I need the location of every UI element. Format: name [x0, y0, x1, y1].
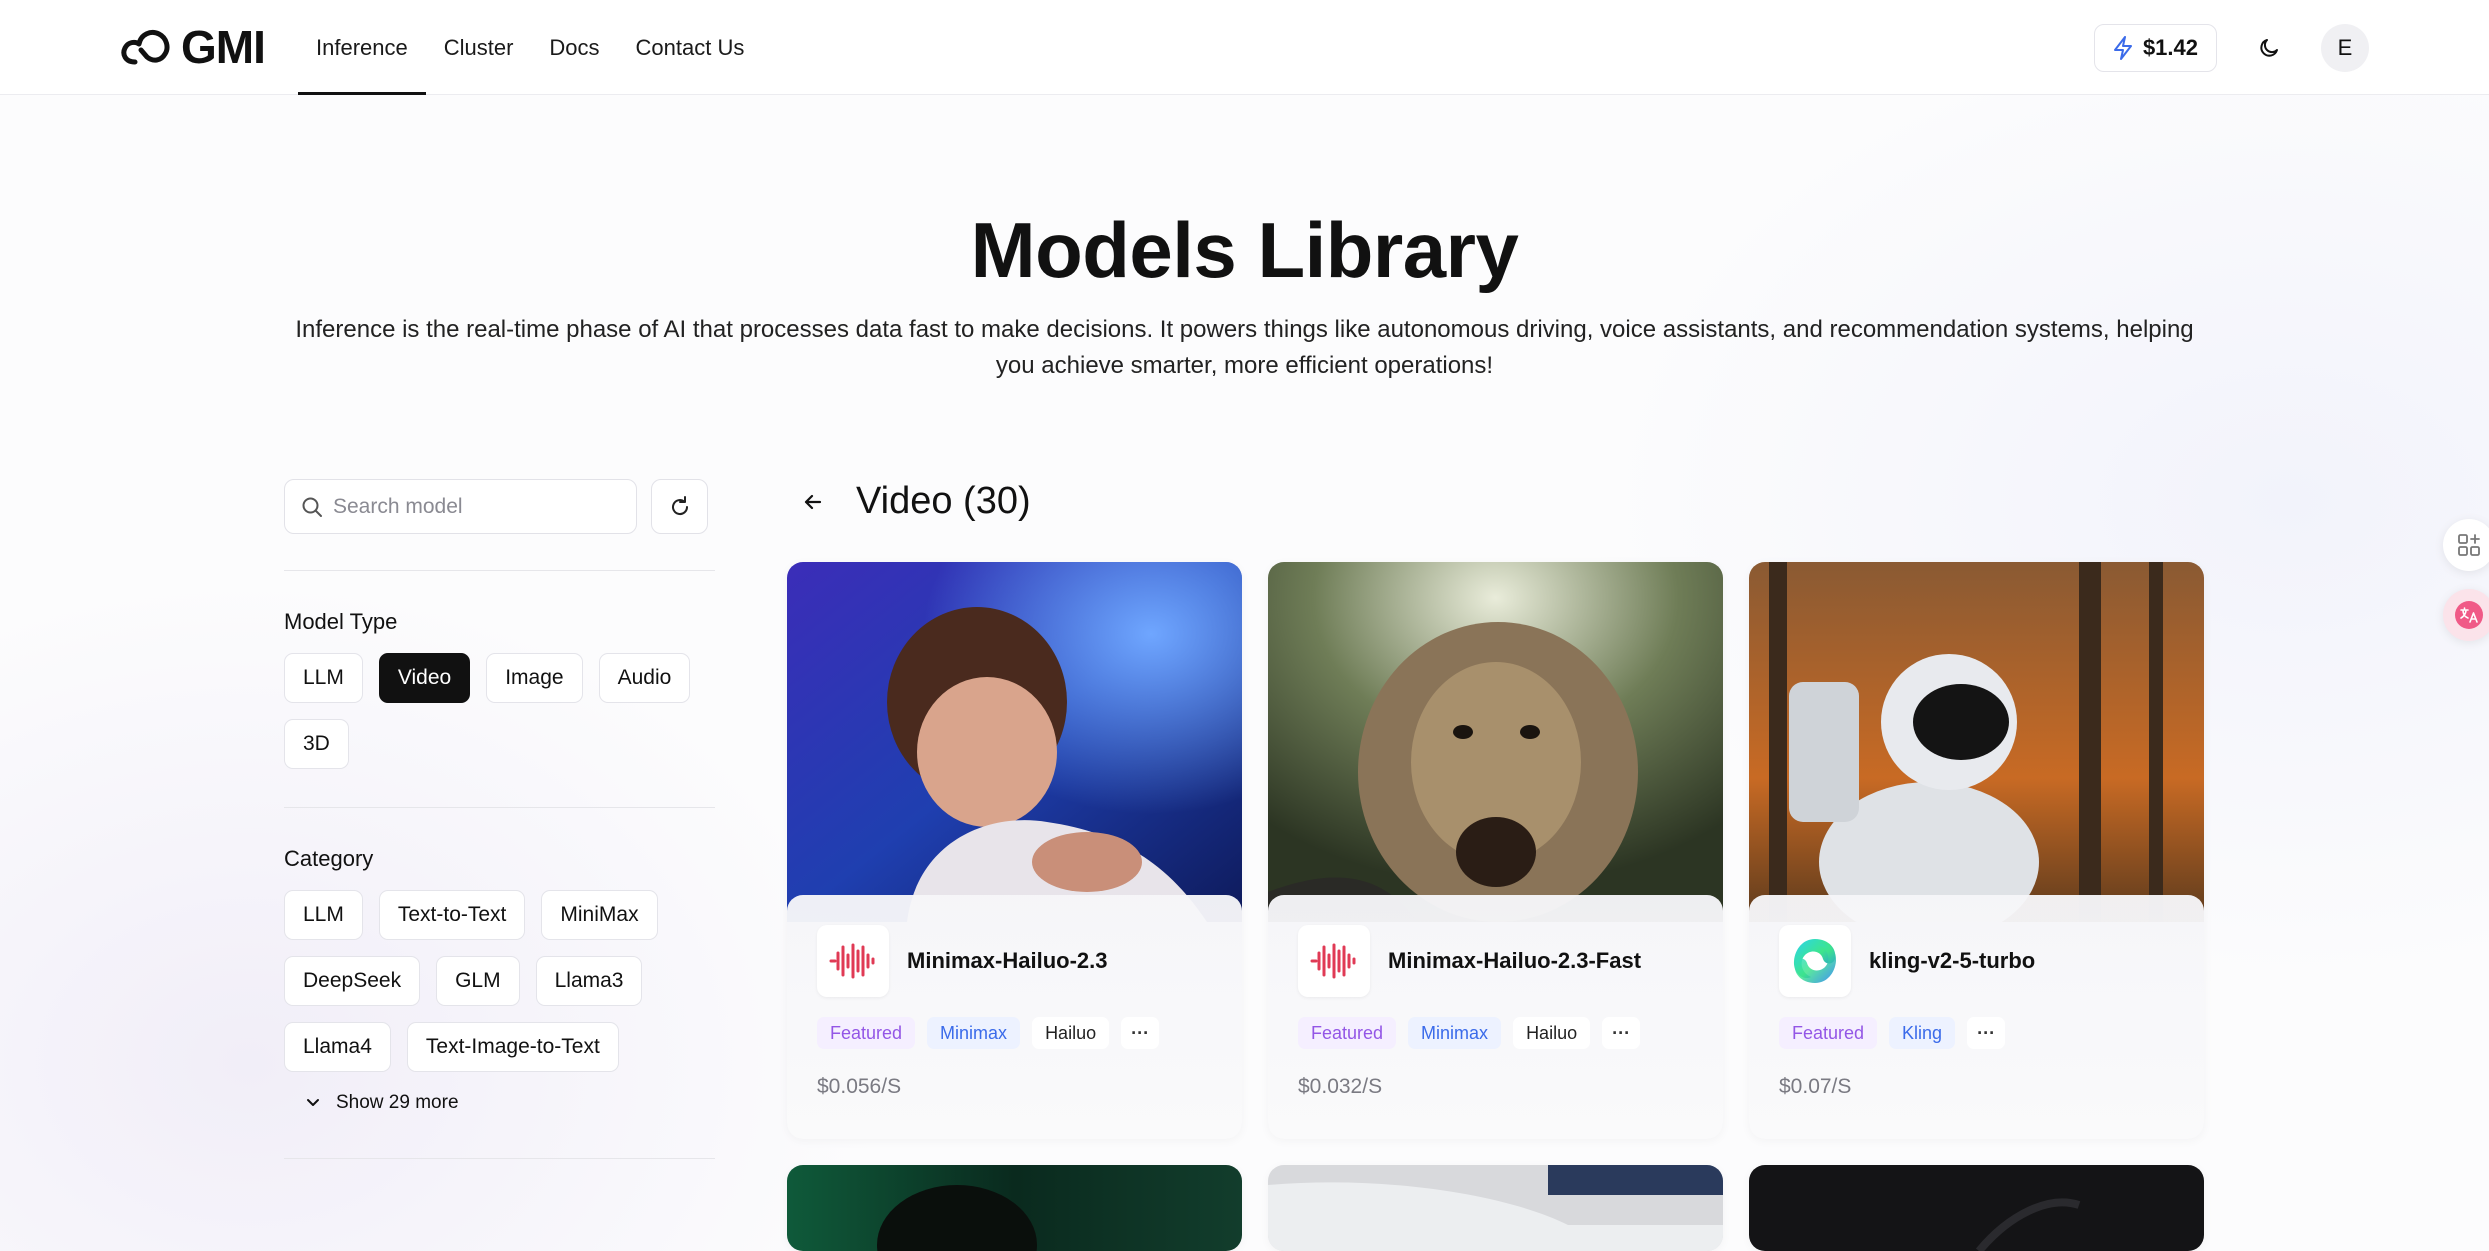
gmi-logo[interactable]: GMI — [119, 21, 266, 73]
user-avatar[interactable]: E — [2321, 24, 2369, 72]
model-preview-image — [1749, 562, 2204, 922]
chevron-down-icon — [307, 1099, 319, 1106]
grid-plus-icon — [2458, 534, 2480, 556]
model-card[interactable] — [1749, 1165, 2204, 1251]
model-preview-image — [1268, 1165, 1723, 1251]
nav-docs[interactable]: Docs — [531, 0, 617, 95]
chip-llm[interactable]: LLM — [284, 653, 363, 703]
cloud-logo-icon — [121, 29, 170, 65]
page-description: Inference is the real-time phase of AI t… — [295, 316, 2194, 379]
waveform-icon — [817, 925, 889, 997]
model-tags: Featured Minimax Hailuo ··· — [817, 1017, 1212, 1049]
model-tags: Featured Minimax Hailuo ··· — [1298, 1017, 1693, 1049]
divider — [284, 807, 715, 808]
chip-llama3[interactable]: Llama3 — [535, 956, 643, 1006]
nav-inference[interactable]: Inference — [298, 0, 426, 95]
model-card-info: kling-v2-5-turbo Featured Kling ··· $0.0… — [1749, 895, 2204, 1139]
model-price: $0.056/S — [817, 1075, 902, 1098]
tag-featured: Featured — [1298, 1017, 1397, 1049]
model-card-info: Minimax-Hailuo-2.3-Fast Featured Minimax… — [1268, 895, 1723, 1139]
section-title: Video (30) — [856, 480, 1031, 522]
model-card[interactable]: kling-v2-5-turbo Featured Kling ··· $0.0… — [1749, 562, 2204, 1139]
chip-text-image-to-text[interactable]: Text-Image-to-Text — [406, 1022, 619, 1072]
page-title: Models Library — [970, 206, 1519, 294]
model-card-header: Minimax-Hailuo-2.3 — [817, 925, 1212, 997]
model-card-header: Minimax-Hailuo-2.3-Fast — [1298, 925, 1693, 997]
category-title: Category — [284, 846, 374, 871]
moon-icon — [2260, 39, 2278, 57]
model-type-chips: LLM Video Image Audio 3D — [284, 653, 715, 769]
model-card-info: Minimax-Hailuo-2.3 Featured Minimax Hail… — [787, 895, 1242, 1139]
search-box — [284, 479, 637, 534]
apps-float-button[interactable] — [2443, 519, 2489, 571]
chip-glm[interactable]: GLM — [436, 956, 520, 1006]
search-row — [284, 479, 715, 534]
tag-more-button[interactable]: ··· — [1967, 1017, 2006, 1049]
tag-more-button[interactable]: ··· — [1121, 1017, 1160, 1049]
filter-sidebar: Model Type LLM Video Image Audio 3D Cate… — [284, 479, 715, 1159]
chip-audio[interactable]: Audio — [598, 653, 691, 703]
tag-more-button[interactable]: ··· — [1602, 1017, 1641, 1049]
divider — [284, 570, 715, 571]
tag-featured: Featured — [1779, 1017, 1878, 1049]
chip-image[interactable]: Image — [486, 653, 583, 703]
translate-float-button[interactable] — [2443, 589, 2489, 641]
model-card-header: kling-v2-5-turbo — [1779, 925, 2174, 997]
chip-minimax[interactable]: MiniMax — [541, 890, 658, 940]
nav-right: $1.42 E — [2093, 24, 2369, 72]
nav-cluster[interactable]: Cluster — [426, 0, 532, 95]
balance-amount: $1.42 — [2142, 35, 2198, 60]
chip-deepseek[interactable]: DeepSeek — [284, 956, 421, 1006]
model-card[interactable] — [787, 1165, 1242, 1251]
model-preview-image — [787, 562, 1242, 922]
balance-button[interactable]: $1.42 — [2093, 24, 2217, 72]
lightning-icon — [2113, 36, 2132, 60]
tag-provider: Minimax — [927, 1017, 1021, 1049]
model-card[interactable]: Minimax-Hailuo-2.3 Featured Minimax Hail… — [787, 562, 1242, 1139]
show-more-button[interactable]: Show 29 more — [284, 1092, 715, 1114]
refresh-button[interactable] — [651, 479, 708, 534]
search-icon — [302, 497, 322, 517]
translate-icon — [2455, 601, 2483, 629]
back-arrow-icon[interactable] — [800, 489, 826, 515]
model-preview-image — [787, 1165, 1242, 1251]
search-input[interactable] — [333, 494, 613, 519]
tag-family: Hailuo — [1513, 1017, 1591, 1049]
category-chips: LLM Text-to-Text MiniMax DeepSeek GLM Ll… — [284, 890, 715, 1072]
theme-toggle-button[interactable] — [2245, 24, 2293, 72]
chip-category-llm[interactable]: LLM — [284, 890, 363, 940]
chip-video[interactable]: Video — [378, 653, 471, 703]
model-name: kling-v2-5-turbo — [1869, 948, 2036, 973]
model-price: $0.07/S — [1779, 1075, 1852, 1098]
brand-name: GMI — [181, 21, 266, 73]
section-header: Video (30) — [800, 480, 1031, 523]
tag-family: Hailuo — [1032, 1017, 1110, 1049]
nav-links: Inference Cluster Docs Contact Us — [298, 0, 762, 95]
show-more-label: Show 29 more — [336, 1092, 459, 1113]
model-price: $0.032/S — [1298, 1075, 1383, 1098]
category-section: Category LLM Text-to-Text MiniMax DeepSe… — [284, 846, 715, 1114]
chip-text-to-text[interactable]: Text-to-Text — [378, 890, 526, 940]
kling-icon — [1779, 925, 1851, 997]
model-type-title: Model Type — [284, 609, 398, 634]
model-preview-image — [1268, 562, 1723, 922]
top-nav: GMI Inference Cluster Docs Contact Us $1… — [0, 0, 2489, 95]
waveform-icon — [1298, 925, 1370, 997]
model-card[interactable]: Minimax-Hailuo-2.3-Fast Featured Minimax… — [1268, 562, 1723, 1139]
tag-featured: Featured — [817, 1017, 916, 1049]
tag-provider: Minimax — [1408, 1017, 1502, 1049]
nav-contact-us[interactable]: Contact Us — [618, 0, 763, 95]
model-preview-image — [1749, 1165, 2204, 1251]
model-name: Minimax-Hailuo-2.3 — [907, 948, 1108, 973]
chip-llama4[interactable]: Llama4 — [284, 1022, 391, 1072]
chip-3d[interactable]: 3D — [284, 719, 349, 769]
tag-provider: Kling — [1889, 1017, 1956, 1049]
model-type-section: Model Type LLM Video Image Audio 3D — [284, 609, 715, 769]
divider — [284, 1158, 715, 1159]
refresh-icon — [671, 495, 688, 515]
model-name: Minimax-Hailuo-2.3-Fast — [1388, 948, 1642, 973]
model-tags: Featured Kling ··· — [1779, 1017, 2174, 1049]
model-card[interactable] — [1268, 1165, 1723, 1251]
